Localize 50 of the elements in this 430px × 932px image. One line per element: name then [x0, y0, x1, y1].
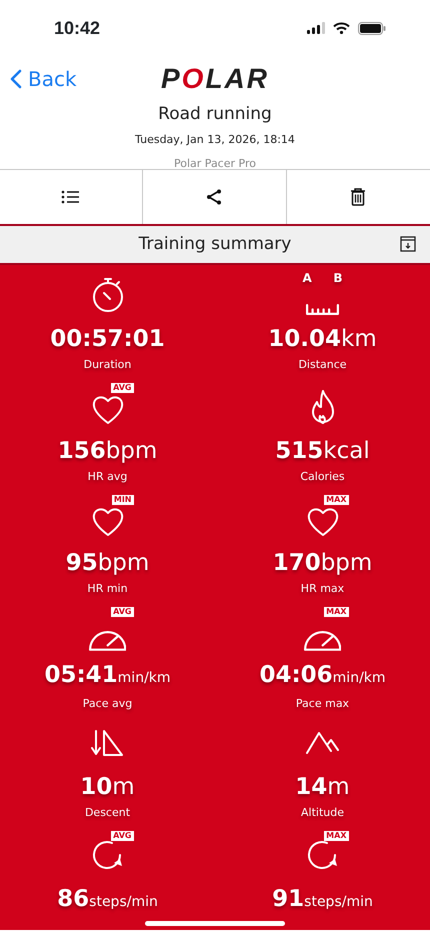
signal-icon — [307, 22, 325, 34]
stat-tag: AVG — [111, 383, 134, 393]
metric-value: 10.04km — [268, 325, 377, 354]
stat-tag: AVG — [111, 831, 134, 841]
section-title: Training summary — [138, 232, 292, 256]
gauge-icon — [304, 631, 342, 651]
metric-label: Duration — [84, 357, 132, 373]
metric-value: 156bpm — [58, 437, 158, 466]
ruler-icon — [306, 304, 339, 315]
metric-value: 05:41min/km — [44, 661, 171, 690]
stat-tag: MAX — [324, 607, 348, 617]
list-icon — [61, 189, 82, 205]
metric-value: 14m — [295, 773, 350, 802]
metric-value: 00:57:01 — [50, 325, 165, 354]
gauge-icon — [88, 631, 126, 651]
metric-label: HR max — [300, 581, 344, 597]
metric-value: 95bpm — [66, 549, 150, 578]
stat-tag: MAX — [324, 831, 348, 841]
metric-value: 04:06min/km — [259, 661, 386, 690]
metric-value: 170bpm — [272, 549, 372, 578]
stat-tag: MIN — [112, 495, 134, 505]
device-name: Polar Pacer Pro — [174, 157, 256, 170]
stat-tag: MAX — [324, 495, 348, 505]
download-icon — [400, 236, 416, 252]
activity-title: Road running — [158, 104, 272, 124]
back-button[interactable]: Back — [10, 64, 77, 94]
share-icon — [206, 189, 222, 205]
metric-value: 515kcal — [275, 437, 370, 466]
metric-label: Distance — [298, 357, 347, 373]
metric-value: 91steps/min — [272, 885, 373, 914]
brand-logo: POLAR — [160, 65, 270, 93]
trash-icon — [350, 188, 366, 206]
metric-label: Pace max — [296, 696, 350, 712]
metric-label: HR avg — [88, 469, 128, 485]
metric-label: Pace avg — [82, 696, 132, 712]
metric-label: Calories — [300, 469, 345, 485]
scale-letter: B — [333, 271, 342, 285]
wifi-icon — [333, 22, 350, 34]
export-button[interactable] — [400, 236, 416, 252]
metric-label: HR min — [87, 581, 128, 597]
scale-letter: A — [302, 271, 312, 285]
metric-value: 10m — [80, 773, 135, 802]
battery-icon — [358, 22, 386, 34]
activity-date: Tuesday, Jan 13, 2026, 18:14 — [135, 133, 295, 146]
metric-label: Descent — [84, 805, 130, 821]
stat-tag: AVG — [111, 607, 134, 617]
chevron-left-icon — [10, 69, 22, 89]
status-time: 10:42 — [54, 16, 100, 40]
metric-value: 86steps/min — [57, 885, 158, 914]
metric-label: Altitude — [301, 805, 344, 821]
